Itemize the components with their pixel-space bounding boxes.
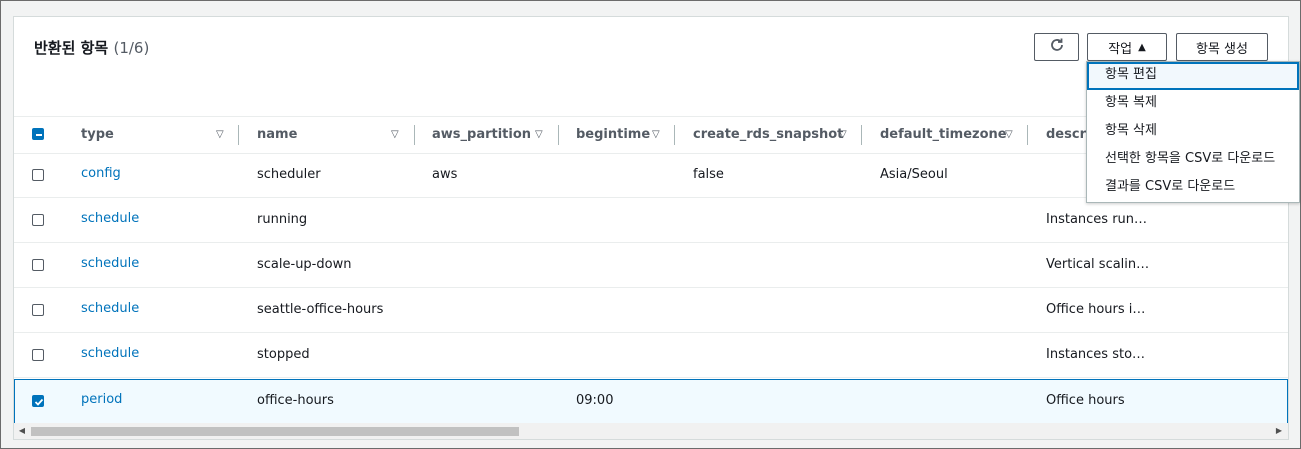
- refresh-button[interactable]: [1034, 33, 1079, 61]
- actions-button-label: 작업: [1108, 41, 1133, 57]
- name-cell: stopped: [257, 347, 310, 362]
- name-cell: scheduler: [257, 167, 321, 182]
- panel-title: 반환된 항목 (1/6): [34, 37, 149, 58]
- sort-icon[interactable]: ▽: [1005, 117, 1013, 153]
- column-separator[interactable]: [558, 125, 559, 145]
- scroll-left-icon[interactable]: ◀: [15, 423, 29, 439]
- name-cell: office-hours: [257, 393, 334, 408]
- table-row[interactable]: schedule scale-up-down Vertical scalin…: [14, 243, 1288, 288]
- type-link[interactable]: schedule: [81, 243, 139, 287]
- actions-button[interactable]: 작업 ▲: [1087, 33, 1167, 61]
- description-cell: Instances sto…: [1046, 347, 1146, 362]
- sort-icon[interactable]: ▽: [216, 117, 224, 153]
- type-link[interactable]: schedule: [81, 333, 139, 377]
- column-separator[interactable]: [238, 125, 239, 145]
- create-item-button-label: 항목 생성: [1196, 41, 1248, 57]
- column-header-aws-partition[interactable]: aws_partition: [432, 117, 531, 153]
- column-header-type[interactable]: type: [81, 117, 114, 153]
- sort-icon[interactable]: ▽: [535, 117, 543, 153]
- begintime-cell: 09:00: [576, 393, 614, 408]
- name-cell: running: [257, 212, 308, 227]
- sort-icon[interactable]: ▽: [391, 117, 399, 153]
- refresh-icon: [1049, 37, 1065, 57]
- sort-icon[interactable]: ▽: [652, 117, 660, 153]
- caret-up-icon: ▲: [1138, 41, 1146, 53]
- type-link[interactable]: period: [81, 379, 122, 423]
- name-cell: seattle-office-hours: [257, 302, 384, 317]
- row-checkbox[interactable]: [32, 349, 44, 361]
- row-checkbox-checked[interactable]: [32, 395, 44, 407]
- column-separator[interactable]: [414, 125, 415, 145]
- selection-count: (1/6): [113, 39, 150, 57]
- type-link[interactable]: schedule: [81, 288, 139, 332]
- scrollbar-thumb[interactable]: [31, 427, 519, 436]
- menu-item-download-results-csv[interactable]: 결과를 CSV로 다운로드: [1087, 174, 1299, 202]
- panel-title-text: 반환된 항목: [34, 39, 109, 57]
- column-header-begintime[interactable]: begintime: [576, 117, 650, 153]
- column-separator[interactable]: [674, 125, 675, 145]
- aws-partition-cell: aws: [432, 167, 458, 182]
- column-separator[interactable]: [861, 125, 862, 145]
- menu-item-delete[interactable]: 항목 삭제: [1087, 118, 1299, 146]
- table-row[interactable]: schedule stopped Instances sto…: [14, 333, 1288, 378]
- row-checkbox[interactable]: [32, 259, 44, 271]
- menu-item-duplicate[interactable]: 항목 복제: [1087, 90, 1299, 118]
- select-all-checkbox[interactable]: [32, 128, 44, 140]
- create-rds-snapshot-cell: false: [693, 167, 724, 182]
- description-cell: Vertical scalin…: [1046, 257, 1150, 272]
- description-cell: Instances run…: [1046, 212, 1148, 227]
- row-checkbox[interactable]: [32, 169, 44, 181]
- type-link[interactable]: config: [81, 153, 121, 197]
- type-link[interactable]: schedule: [81, 198, 139, 242]
- menu-item-download-selected-csv[interactable]: 선택한 항목을 CSV로 다운로드: [1087, 146, 1299, 174]
- description-cell: Office hours i…: [1046, 302, 1146, 317]
- scroll-right-icon[interactable]: ▶: [1272, 423, 1286, 439]
- row-checkbox[interactable]: [32, 214, 44, 226]
- default-timezone-cell: Asia/Seoul: [880, 167, 948, 182]
- table-row-selected[interactable]: period office-hours 09:00 Office hours: [14, 379, 1288, 424]
- name-cell: scale-up-down: [257, 257, 352, 272]
- horizontal-scrollbar[interactable]: ◀ ▶: [14, 423, 1288, 439]
- actions-dropdown-menu: 항목 편집 항목 복제 항목 삭제 선택한 항목을 CSV로 다운로드 결과를 …: [1086, 61, 1300, 203]
- row-checkbox[interactable]: [32, 304, 44, 316]
- column-header-create-rds-snapshot[interactable]: create_rds_snapshot: [693, 117, 843, 153]
- column-header-default-timezone[interactable]: default_timezone: [880, 117, 1007, 153]
- menu-item-edit[interactable]: 항목 편집: [1087, 62, 1299, 90]
- description-cell: Office hours: [1046, 393, 1125, 408]
- sort-icon[interactable]: ▽: [839, 117, 847, 153]
- column-separator[interactable]: [1027, 125, 1028, 145]
- table-row[interactable]: schedule seattle-office-hours Office hou…: [14, 288, 1288, 333]
- create-item-button[interactable]: 항목 생성: [1176, 33, 1268, 61]
- window-frame: 반환된 항목 (1/6) 작업 ▲ 항목 생성 type ▽ name ▽ aw…: [0, 0, 1301, 449]
- table-row[interactable]: schedule running Instances run…: [14, 198, 1288, 243]
- column-header-name[interactable]: name: [257, 117, 297, 153]
